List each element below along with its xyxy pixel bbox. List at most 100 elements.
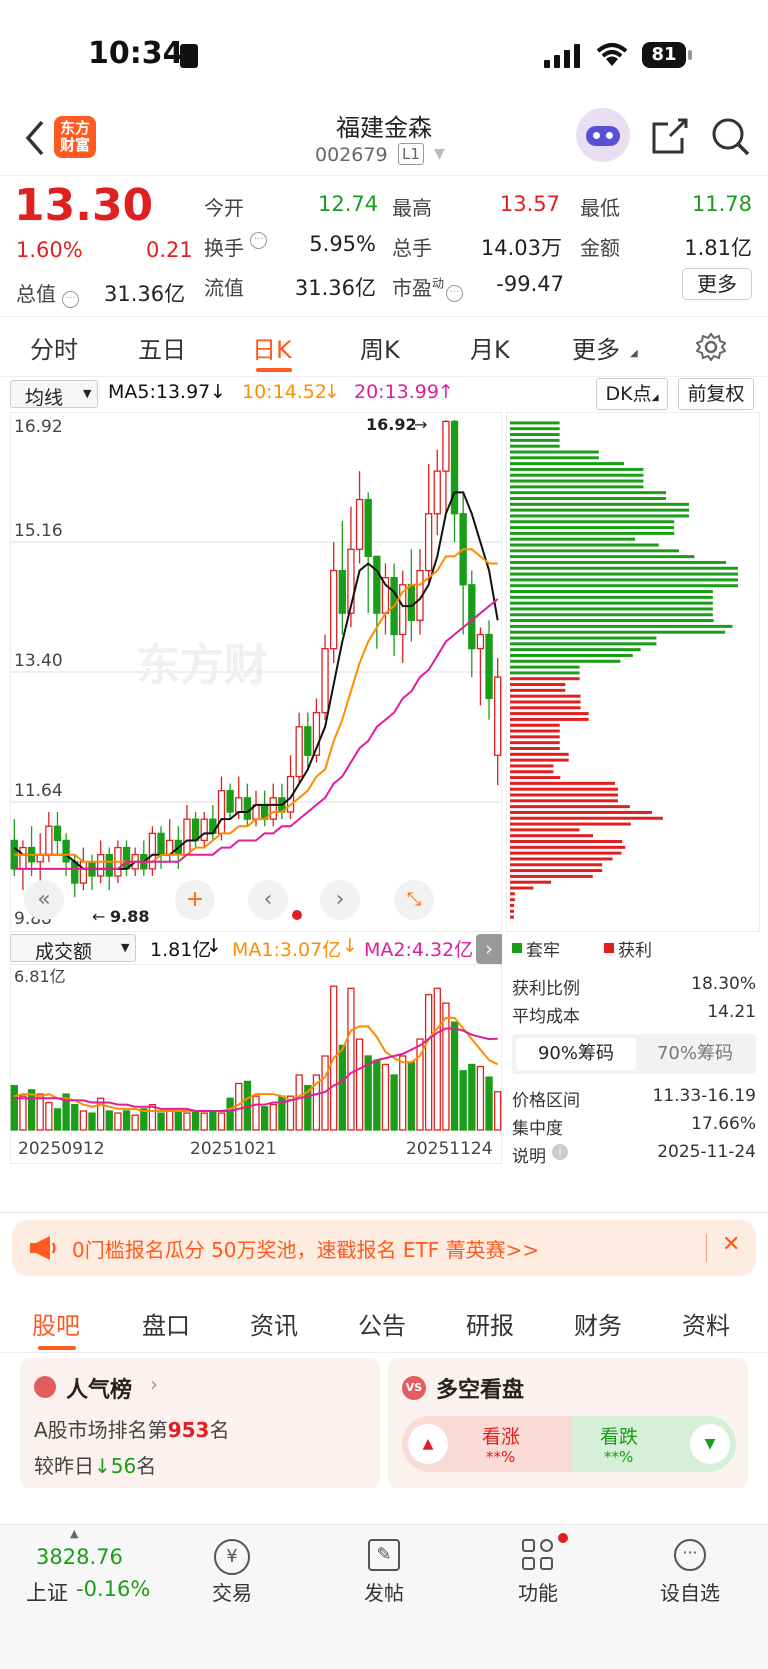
arrow-left-icon: ← <box>92 907 105 926</box>
prev-button[interactable]: ‹ <box>248 880 288 920</box>
volume-bar <box>399 1055 407 1131</box>
volume-indicator-select[interactable]: 成交额 ▼ <box>10 934 136 963</box>
tab-guba[interactable]: 股吧 <box>32 1306 80 1341</box>
tab-finance[interactable]: 财务 <box>574 1306 622 1341</box>
candle-body <box>243 797 252 820</box>
promo-banner[interactable]: 0门槛报名瓜分 50万奖池，速戳报名 ETF 菁英赛>> ✕ <box>12 1220 756 1276</box>
tab-five-day[interactable]: 五日 <box>138 330 186 365</box>
next-button[interactable]: › <box>320 880 360 920</box>
date-label: 20251021 <box>190 1139 277 1159</box>
expand-side-button[interactable]: › <box>476 934 502 964</box>
low-annotation: 9.88 <box>110 907 149 926</box>
chip-bar <box>510 880 552 884</box>
stock-code: 002679 <box>315 144 388 166</box>
index-ticker[interactable]: ▲ 3828.76 上证 -0.16% <box>20 1525 160 1625</box>
popularity-card[interactable]: 人气榜 › A股市场排名第953名 较昨日↓56名 <box>20 1358 380 1488</box>
tab-profile[interactable]: 资料 <box>682 1306 730 1341</box>
stock-code-row[interactable]: 002679 L1 ▼ <box>300 142 480 170</box>
arrow-down-icon: ↓ <box>324 381 340 403</box>
chip-bar <box>510 526 675 530</box>
rank-value: 953 <box>167 1418 210 1442</box>
robot-avatar-icon[interactable] <box>576 108 630 162</box>
tab-announcement[interactable]: 公告 <box>358 1306 406 1341</box>
chevron-right-icon: › <box>150 1372 158 1396</box>
chip-bar <box>510 648 641 652</box>
volume-bar <box>114 1112 122 1131</box>
zoom-in-button[interactable]: + <box>175 880 215 920</box>
tab-more[interactable]: 更多 <box>572 330 620 365</box>
tab-minute[interactable]: 分时 <box>30 330 78 365</box>
tab-70-chips[interactable]: 70%筹码 <box>636 1038 754 1070</box>
info-icon[interactable]: ··· <box>250 232 268 249</box>
tab-news[interactable]: 资讯 <box>250 1306 298 1341</box>
candle-body <box>62 839 70 863</box>
dk-button[interactable]: DK点◢ <box>596 378 668 410</box>
tab-research[interactable]: 研报 <box>466 1306 514 1341</box>
volume-bar <box>450 1021 459 1131</box>
info-icon[interactable]: ··· <box>62 291 80 308</box>
tab-pankou[interactable]: 盘口 <box>142 1306 190 1341</box>
chip-bar <box>510 659 621 663</box>
adjust-button[interactable]: 前复权 <box>678 378 754 410</box>
id-card-icon <box>180 44 198 68</box>
chip-bar <box>510 613 713 617</box>
candle-body <box>200 818 208 842</box>
high-label: 最高 <box>392 196 432 220</box>
tab-90-chips[interactable]: 90%筹码 <box>516 1038 636 1070</box>
wifi-icon <box>596 43 628 66</box>
search-icon[interactable] <box>710 116 752 158</box>
vol-ma1-label: MA1:3.07亿 <box>232 939 342 961</box>
pe-label: 市盈动··· <box>392 272 464 302</box>
turnover-value: 5.95% <box>309 232 376 256</box>
candle-body <box>217 790 226 835</box>
live-dot <box>292 910 302 920</box>
more-button[interactable]: 更多 <box>682 268 752 300</box>
chip-bar <box>510 857 613 861</box>
bear-pct: **% <box>604 1448 634 1466</box>
amount-label: 金额 <box>580 236 620 260</box>
expand-button[interactable]: ⤡ <box>394 880 434 920</box>
turnover-label: 换手 ··· <box>204 232 268 261</box>
close-icon[interactable]: ✕ <box>722 1232 740 1257</box>
tab-weekly-k[interactable]: 周K <box>360 330 400 365</box>
divider <box>0 376 768 377</box>
bull-button[interactable]: ▲ 看涨 **% <box>402 1416 572 1472</box>
volume-bar <box>140 1108 148 1131</box>
candle-body <box>321 648 329 714</box>
caret-down-icon: ▼ <box>121 941 130 954</box>
chip-bar <box>510 665 580 669</box>
clock: 10:34 <box>88 36 184 71</box>
settings-gear-icon[interactable] <box>696 332 726 362</box>
indicator-select[interactable]: 均线 ▼ <box>10 380 98 409</box>
chip-bar <box>510 601 713 605</box>
bear-button[interactable]: 看跌 **% ▼ <box>572 1416 736 1472</box>
index-name: 上证 <box>26 1581 68 1605</box>
candle-body <box>235 797 243 813</box>
signal-icon <box>544 44 584 68</box>
rewind-button[interactable]: « <box>24 880 64 920</box>
open-value: 12.74 <box>318 192 379 216</box>
candle-body <box>269 797 277 820</box>
battery-tip <box>688 50 692 60</box>
info-icon[interactable]: i <box>552 1144 568 1160</box>
info-icon[interactable]: ··· <box>446 285 464 302</box>
notification-dot <box>558 1533 568 1543</box>
chip-bar <box>510 776 561 780</box>
volume-bar <box>485 1076 493 1131</box>
trapped-legend-dot <box>512 943 522 953</box>
volume-bar <box>183 1112 191 1131</box>
logo-text: 东方财富 <box>59 119 90 154</box>
share-icon[interactable] <box>650 116 690 156</box>
tab-daily-k[interactable]: 日K <box>252 330 292 365</box>
chip-tabs: 90%筹码 70%筹码 <box>512 1034 756 1074</box>
candle-body <box>191 818 200 842</box>
arrow-up-icon: ↑ <box>438 381 454 403</box>
tab-monthly-k[interactable]: 月K <box>470 330 510 365</box>
back-icon[interactable] <box>24 118 48 158</box>
candlestick-chart[interactable]: 东方财 16.92 15.16 13.40 11.64 9.88 16.92 →… <box>10 412 502 932</box>
candle-body <box>71 861 79 884</box>
megaphone-icon <box>30 1236 56 1260</box>
volume-bar <box>252 1095 260 1131</box>
volume-bar <box>53 1108 62 1131</box>
volume-bar <box>355 1038 364 1131</box>
